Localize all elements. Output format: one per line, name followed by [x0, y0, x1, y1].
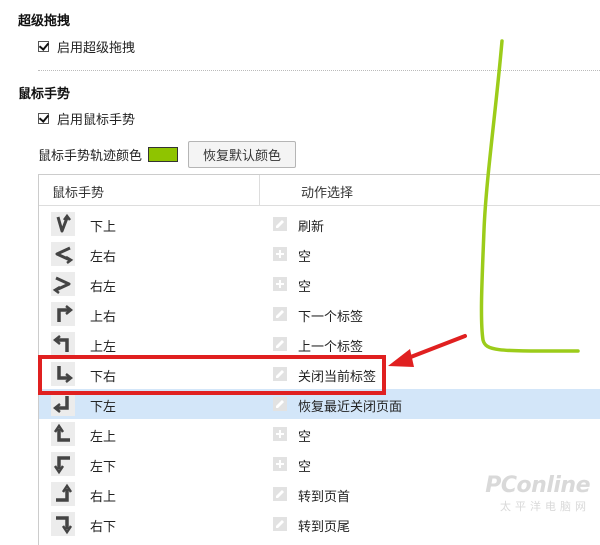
gesture-name: 左上 [90, 430, 117, 445]
gesture-row[interactable]: 下上 刷新 [39, 209, 600, 239]
enable-mouse-gesture-label: 启用鼠标手势 [57, 113, 136, 128]
gesture-name: 右上 [90, 490, 117, 505]
gesture-row[interactable]: 下左 恢复最近关闭页面 [39, 389, 600, 419]
down-up-gesture-icon [51, 212, 75, 236]
action-name[interactable]: 转到页首 [298, 486, 350, 505]
enable-mouse-gesture-checkbox[interactable] [38, 113, 49, 124]
action-name[interactable]: 转到页尾 [298, 516, 350, 535]
action-name[interactable]: 上一个标签 [298, 336, 363, 355]
action-name[interactable]: 空 [298, 456, 311, 475]
left-down-gesture-icon [51, 452, 75, 476]
down-right-gesture-icon [51, 362, 75, 386]
section-divider [38, 70, 600, 71]
up-left-gesture-icon [51, 332, 75, 356]
add-icon[interactable] [273, 247, 287, 261]
enable-super-drag-checkbox[interactable] [38, 41, 49, 52]
add-icon[interactable] [273, 277, 287, 291]
super-drag-section-title: 超级拖拽 [18, 14, 71, 29]
gesture-table-header: 鼠标手势 动作选择 [39, 175, 600, 206]
column-separator[interactable] [259, 175, 260, 205]
gesture-name: 下上 [90, 220, 117, 235]
enable-super-drag-checkbox-row[interactable]: 启用超级拖拽 [38, 37, 135, 56]
edit-icon[interactable] [273, 397, 287, 411]
add-icon[interactable] [273, 427, 287, 441]
gesture-row[interactable]: 上左 上一个标签 [39, 329, 600, 359]
gesture-name: 下右 [90, 370, 117, 385]
trail-color-label: 鼠标手势轨迹颜色 [38, 149, 143, 164]
action-name[interactable]: 空 [298, 276, 311, 295]
edit-icon[interactable] [273, 487, 287, 501]
column-header-action: 动作选择 [301, 186, 354, 201]
edit-icon[interactable] [273, 337, 287, 351]
trail-color-row: 鼠标手势轨迹颜色 恢复默认颜色 [38, 141, 297, 168]
action-name[interactable]: 关闭当前标签 [298, 366, 376, 385]
gesture-name: 左下 [90, 460, 117, 475]
reset-default-color-button[interactable]: 恢复默认颜色 [188, 141, 297, 168]
action-name[interactable]: 空 [298, 426, 311, 445]
gesture-name: 右下 [90, 520, 117, 535]
gesture-row[interactable]: 上右 下一个标签 [39, 299, 600, 329]
trail-color-swatch[interactable] [148, 147, 179, 162]
left-up-gesture-icon [51, 422, 75, 446]
gesture-row[interactable]: 左上 空 [39, 419, 600, 449]
edit-icon[interactable] [273, 307, 287, 321]
watermark: PConline 太平洋电脑网 [485, 473, 590, 514]
edit-icon[interactable] [273, 217, 287, 231]
gesture-name: 上左 [90, 340, 117, 355]
action-name[interactable]: 下一个标签 [298, 306, 363, 325]
left-right-gesture-icon [51, 242, 75, 266]
right-left-gesture-icon [51, 272, 75, 296]
add-icon[interactable] [273, 457, 287, 471]
gesture-name: 上右 [90, 310, 117, 325]
down-left-gesture-icon [51, 392, 75, 416]
action-name[interactable]: 刷新 [298, 216, 324, 235]
right-up-gesture-icon [51, 482, 75, 506]
edit-icon[interactable] [273, 367, 287, 381]
mouse-gesture-section-title: 鼠标手势 [18, 87, 71, 102]
gesture-row[interactable]: 下右 关闭当前标签 [39, 359, 600, 389]
up-right-gesture-icon [51, 302, 75, 326]
watermark-brand: PConline [485, 473, 590, 498]
enable-super-drag-label: 启用超级拖拽 [57, 41, 136, 56]
gesture-row[interactable]: 左右 空 [39, 239, 600, 269]
edit-icon[interactable] [273, 517, 287, 531]
column-header-gesture: 鼠标手势 [52, 186, 105, 201]
gesture-name: 下左 [90, 400, 117, 415]
enable-mouse-gesture-checkbox-row[interactable]: 启用鼠标手势 [38, 109, 135, 128]
action-name[interactable]: 恢复最近关闭页面 [298, 396, 402, 415]
gesture-name: 右左 [90, 280, 117, 295]
right-down-gesture-icon [51, 512, 75, 536]
watermark-subtitle: 太平洋电脑网 [500, 500, 590, 513]
gesture-name: 左右 [90, 250, 117, 265]
gesture-row[interactable]: 右左 空 [39, 269, 600, 299]
action-name[interactable]: 空 [298, 246, 311, 265]
